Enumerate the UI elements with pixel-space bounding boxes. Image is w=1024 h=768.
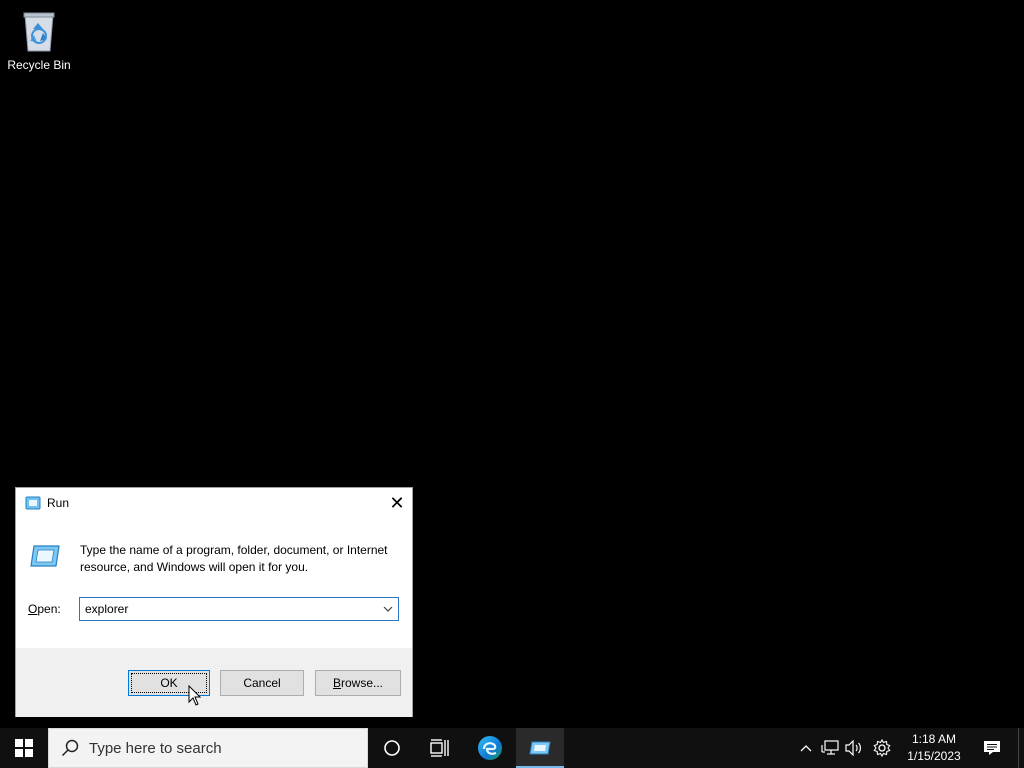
- speaker-icon: [845, 740, 861, 756]
- cortana-button[interactable]: [368, 728, 416, 768]
- settings-button[interactable]: [870, 728, 894, 768]
- recycle-bin-icon: [19, 8, 59, 54]
- browse-button[interactable]: Browse...: [315, 670, 401, 696]
- dialog-title-bar[interactable]: Run ✕: [16, 488, 412, 518]
- clock-date: 1/15/2023: [907, 749, 961, 763]
- show-desktop-button[interactable]: [1018, 728, 1024, 768]
- task-view-button[interactable]: [416, 728, 464, 768]
- taskbar-app-edge[interactable]: [466, 728, 514, 768]
- open-label-text: pen:: [37, 602, 61, 616]
- start-button[interactable]: [0, 728, 48, 768]
- search-icon: [61, 739, 79, 757]
- open-input[interactable]: explorer: [85, 602, 378, 616]
- cortana-circle-icon: [384, 740, 400, 756]
- dialog-description: Type the name of a program, folder, docu…: [80, 543, 388, 574]
- windows-logo-icon: [15, 739, 33, 757]
- mouse-pointer-icon: [188, 685, 202, 706]
- task-view-icon: [430, 739, 449, 757]
- run-icon: [25, 496, 41, 510]
- close-icon: ✕: [389, 492, 405, 513]
- action-center-button[interactable]: [976, 728, 1008, 768]
- run-program-icon: [30, 545, 60, 567]
- cancel-button[interactable]: Cancel: [220, 670, 304, 696]
- clock-time: 1:18 AM: [911, 732, 957, 746]
- search-placeholder: Type here to search: [89, 739, 222, 757]
- dialog-title: Run: [47, 496, 70, 510]
- browse-label: rowse...: [341, 676, 384, 690]
- taskbar-app-run[interactable]: [516, 728, 564, 768]
- network-button[interactable]: [818, 728, 842, 768]
- close-button[interactable]: ✕: [382, 488, 412, 518]
- desktop-icon-recycle-bin[interactable]: Recycle Bin: [4, 8, 74, 72]
- notification-icon: [984, 741, 1000, 755]
- gear-icon: [873, 739, 891, 757]
- chevron-down-icon[interactable]: [378, 598, 398, 620]
- taskbar-search-box[interactable]: Type here to search: [48, 728, 368, 768]
- run-program-icon: [529, 741, 551, 755]
- system-clock[interactable]: 1:18 AM 1/15/2023: [900, 728, 968, 768]
- open-label-accelerator: O: [28, 602, 38, 616]
- desktop-icon-label: Recycle Bin: [7, 58, 71, 72]
- chevron-up-icon: [800, 745, 812, 752]
- browse-accelerator: B: [332, 676, 341, 690]
- volume-button[interactable]: [842, 728, 866, 768]
- run-dialog: Run ✕ Type the name of a program, folder…: [15, 487, 413, 717]
- taskbar: Type here to search 1:18 AM 1/15/2023: [0, 728, 1024, 768]
- open-label: Open:: [28, 602, 61, 616]
- open-combobox[interactable]: explorer: [79, 597, 399, 621]
- edge-browser-icon: [478, 736, 502, 760]
- show-hidden-icons-button[interactable]: [796, 728, 816, 768]
- network-icon: [821, 740, 839, 755]
